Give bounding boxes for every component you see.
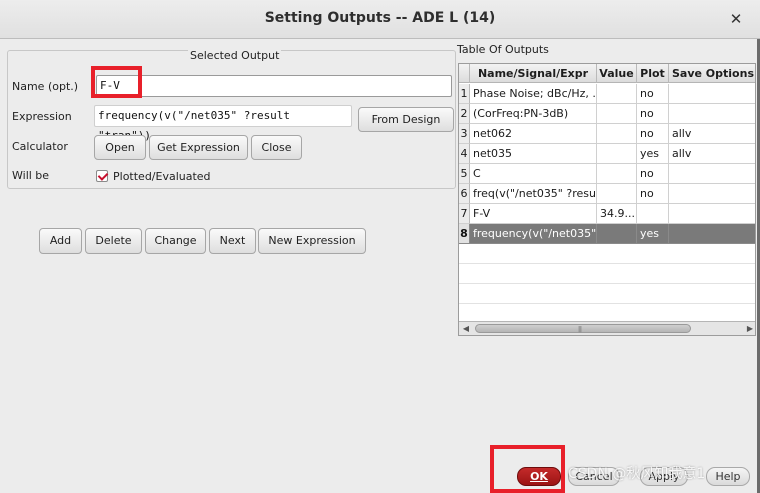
empty-row <box>459 264 755 284</box>
name-input[interactable]: F-V <box>96 75 452 97</box>
row-index: 3 <box>459 124 470 144</box>
table-title: Table Of Outputs <box>457 43 549 56</box>
row-index: 8 <box>459 224 470 244</box>
get-expression-button[interactable]: Get Expression <box>149 135 248 160</box>
row-value <box>597 144 637 164</box>
row-save-options <box>669 184 755 204</box>
change-button[interactable]: Change <box>145 228 206 254</box>
table-header: Name/Signal/Expr Value Plot Save Options <box>459 64 755 83</box>
row-value <box>597 84 637 104</box>
table-row[interactable]: 5 Cno <box>459 164 755 184</box>
row-name: (CorFreq:PN-3dB) <box>470 104 597 124</box>
row-index: 4 <box>459 144 470 164</box>
row-value: 34.9... <box>597 204 637 224</box>
header-save-options[interactable]: Save Options <box>669 64 755 83</box>
row-value <box>597 184 637 204</box>
row-plot: yes <box>637 224 669 244</box>
row-save-options <box>669 104 755 124</box>
next-button[interactable]: Next <box>209 228 256 254</box>
outputs-table[interactable]: Name/Signal/Expr Value Plot Save Options… <box>458 63 756 336</box>
empty-row <box>459 244 755 264</box>
scroll-thumb[interactable]: ||| <box>475 324 691 333</box>
row-plot: no <box>637 84 669 104</box>
row-index: 5 <box>459 164 470 184</box>
row-name: C <box>470 164 597 184</box>
plotted-label: Plotted/Evaluated <box>113 170 211 183</box>
selected-output-title: Selected Output <box>188 49 282 62</box>
row-save-options: allv <box>669 124 755 144</box>
new-expression-button[interactable]: New Expression <box>258 228 366 254</box>
delete-button[interactable]: Delete <box>85 228 142 254</box>
close-button[interactable]: Close <box>251 135 302 160</box>
row-plot <box>637 204 669 224</box>
row-value <box>597 104 637 124</box>
row-name: F-V <box>470 204 597 224</box>
help-button[interactable]: Help <box>706 467 750 486</box>
calculator-label: Calculator <box>12 140 68 153</box>
plotted-checkbox[interactable] <box>96 170 108 182</box>
scroll-left-icon[interactable]: ◀ <box>459 322 473 335</box>
row-value <box>597 164 637 184</box>
title-bar: Setting Outputs -- ADE L (14) ✕ <box>0 0 760 39</box>
table-row[interactable]: 7 F-V 34.9... <box>459 204 755 224</box>
row-index: 2 <box>459 104 470 124</box>
header-plot[interactable]: Plot <box>637 64 669 83</box>
row-plot: no <box>637 104 669 124</box>
row-name: net062 <box>470 124 597 144</box>
row-index: 7 <box>459 204 470 224</box>
from-design-button[interactable]: From Design <box>358 107 454 132</box>
ok-button[interactable]: OK <box>517 467 561 486</box>
horizontal-scrollbar[interactable]: ◀ ||| ▶ <box>459 321 755 335</box>
expression-label: Expression <box>12 110 72 123</box>
add-button[interactable]: Add <box>39 228 82 254</box>
row-plot: no <box>637 124 669 144</box>
table-row[interactable]: 2 (CorFreq:PN-3dB) no <box>459 104 755 124</box>
grip-icon: ||| <box>578 326 582 333</box>
row-save-options <box>669 224 755 244</box>
table-row[interactable]: 6 freq(v("/net035" ?resu... no <box>459 184 755 204</box>
row-name: net035 <box>470 144 597 164</box>
open-button[interactable]: Open <box>94 135 146 160</box>
header-name[interactable]: Name/Signal/Expr <box>470 64 597 83</box>
scroll-right-icon[interactable]: ▶ <box>743 322 755 335</box>
row-save-options: allv <box>669 144 755 164</box>
row-save-options <box>669 204 755 224</box>
apply-button[interactable]: Apply <box>640 467 688 486</box>
row-value <box>597 224 637 244</box>
row-plot: no <box>637 164 669 184</box>
empty-row <box>459 284 755 304</box>
cancel-button[interactable]: Cancel <box>568 467 620 486</box>
header-index <box>459 64 470 83</box>
close-icon[interactable]: ✕ <box>726 9 746 29</box>
row-name: Phase Noise; dBc/Hz, ... <box>470 84 597 104</box>
table-row[interactable]: 8 frequency(v("/net035"... yes <box>459 224 755 244</box>
expression-input[interactable]: frequency(v("/net035" ?result "tran")) <box>94 105 352 142</box>
table-row[interactable]: 4 net035 yes allv <box>459 144 755 164</box>
will-be-label: Will be <box>12 169 50 182</box>
table-row[interactable]: 3 net062 no allv <box>459 124 755 144</box>
row-name: frequency(v("/net035"... <box>470 224 597 244</box>
row-name: freq(v("/net035" ?resu... <box>470 184 597 204</box>
row-index: 6 <box>459 184 470 204</box>
row-index: 1 <box>459 84 470 104</box>
row-plot: no <box>637 184 669 204</box>
window-title: Setting Outputs -- ADE L (14) <box>264 10 496 26</box>
header-value[interactable]: Value <box>597 64 637 83</box>
row-value <box>597 124 637 144</box>
name-label: Name (opt.) <box>12 80 79 93</box>
table-row[interactable]: 1 Phase Noise; dBc/Hz, ... no <box>459 84 755 104</box>
row-save-options <box>669 84 755 104</box>
row-plot: yes <box>637 144 669 164</box>
row-save-options <box>669 164 755 184</box>
